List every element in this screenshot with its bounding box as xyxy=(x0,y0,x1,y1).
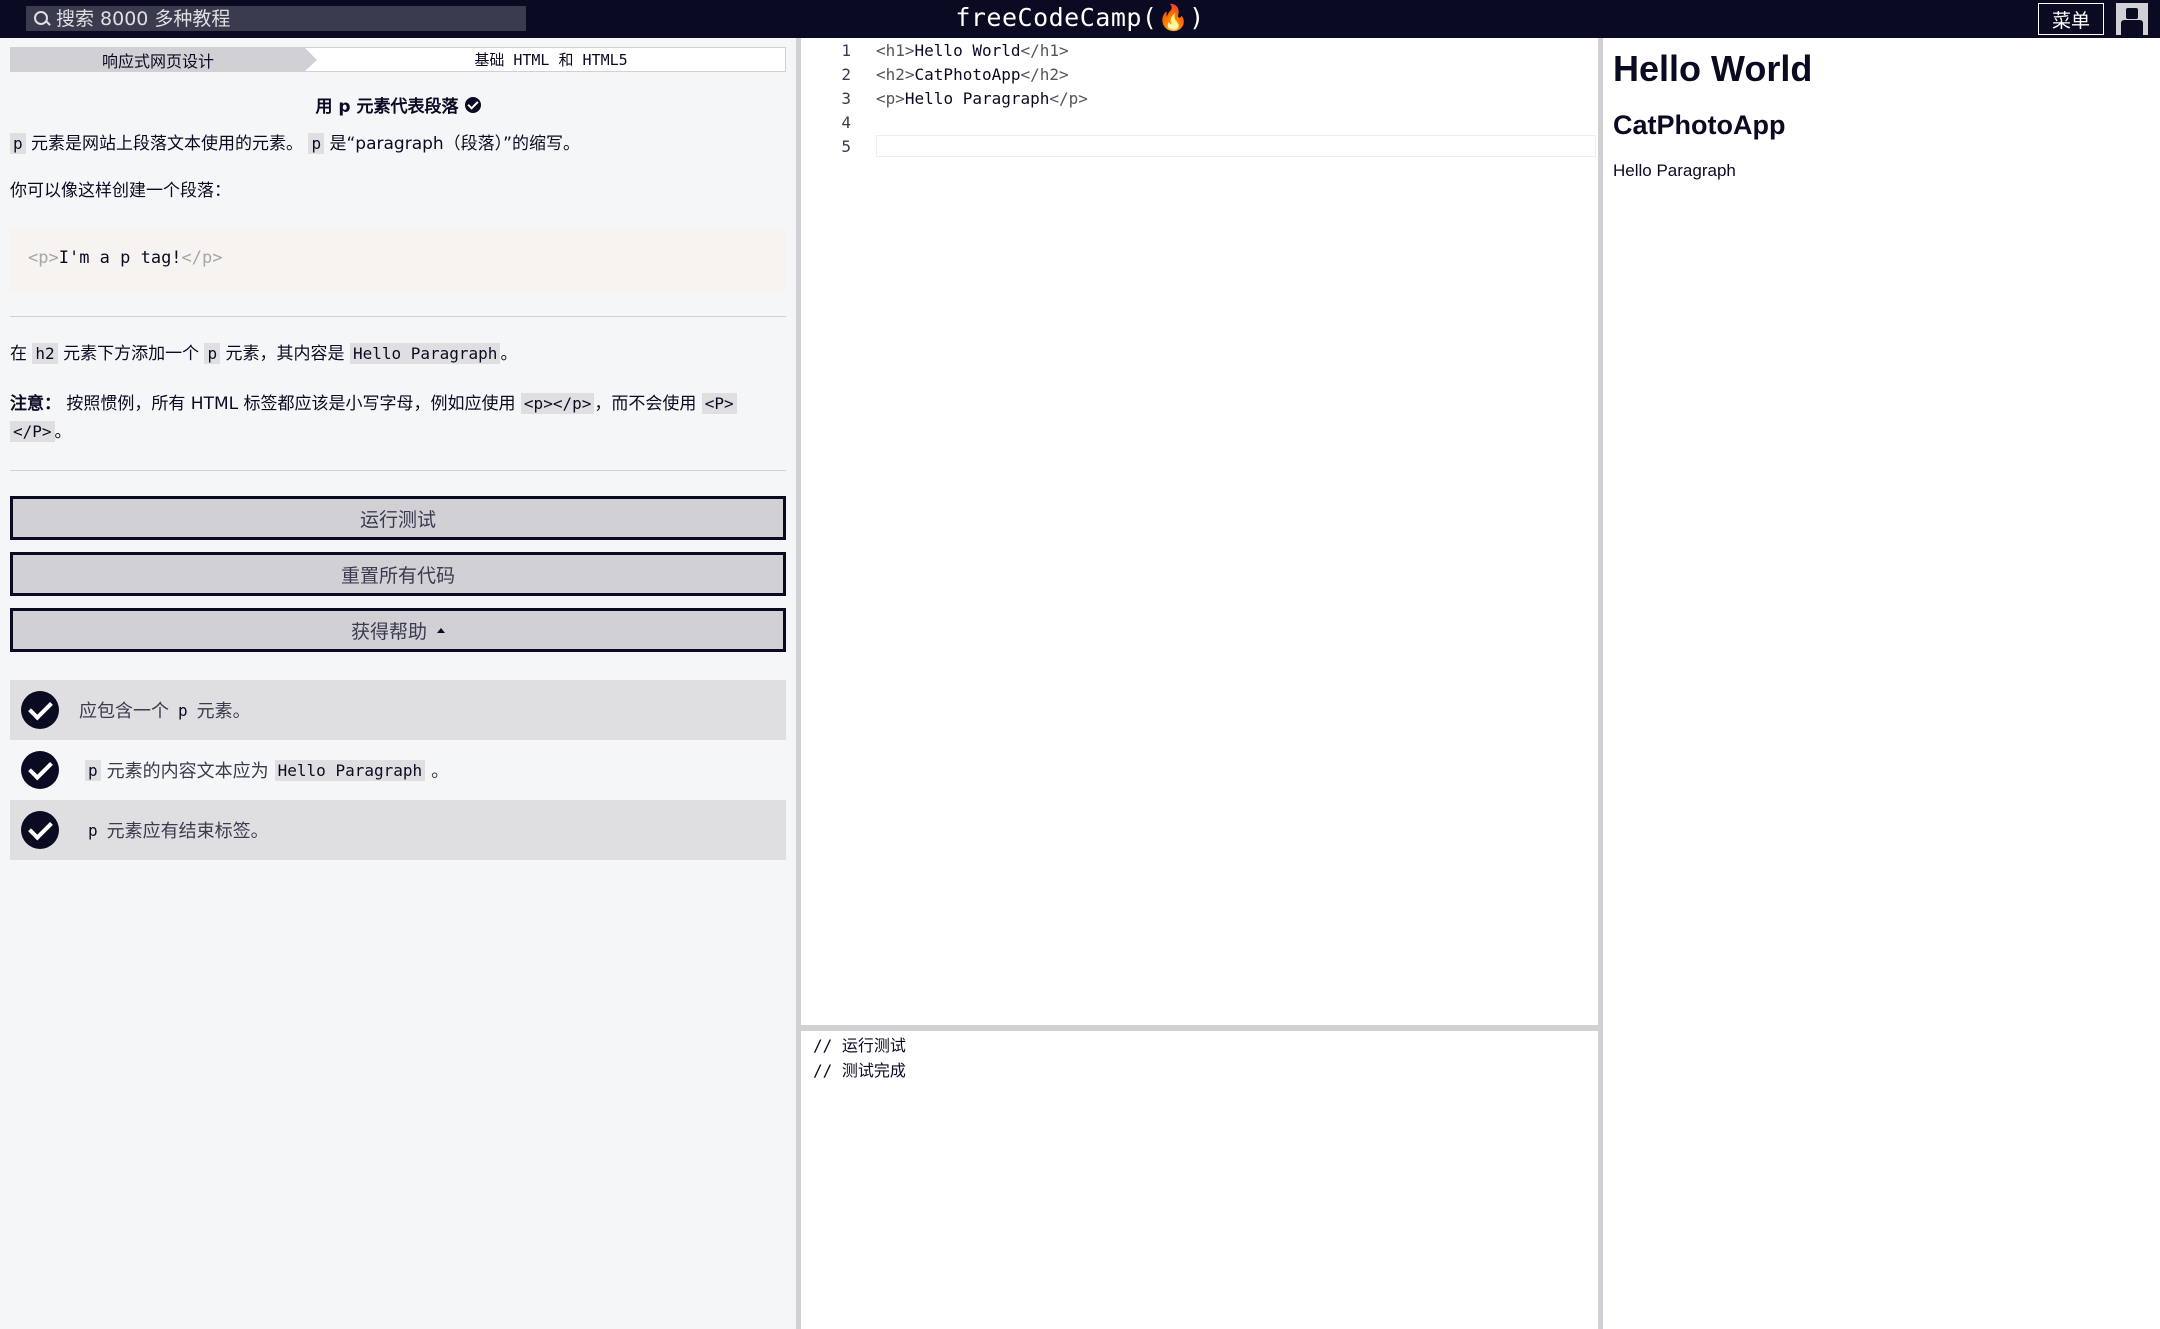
test-item: 应包含一个 p 元素。 xyxy=(10,680,786,740)
instructions-paragraph: 在 h2 元素下方添加一个 p 元素，其内容是 Hello Paragraph。 xyxy=(10,343,518,364)
get-help-label: 获得帮助 xyxy=(350,620,427,643)
top-nav: freeCodeCamp(🔥) 菜单 xyxy=(0,0,2160,38)
instructions-panel: 响应式网页设计 基础 HTML 和 HTML5 用 p 元素代表段落 p 元素是… xyxy=(0,38,796,1329)
search-input[interactable] xyxy=(56,7,526,30)
editor-line: 4 xyxy=(801,110,851,134)
test-item: p 元素应有结束标签。 xyxy=(10,800,786,860)
inline-code: p xyxy=(175,699,191,721)
breadcrumb: 响应式网页设计 基础 HTML 和 HTML5 xyxy=(10,47,786,72)
inline-code: p xyxy=(308,133,325,154)
divider xyxy=(10,470,786,471)
editor-line: 3 <p>Hello Paragraph</p> xyxy=(801,86,1088,110)
breadcrumb-block[interactable]: 基础 HTML 和 HTML5 xyxy=(317,48,785,71)
avatar[interactable] xyxy=(2116,3,2148,35)
preview-paragraph: Hello Paragraph xyxy=(1613,161,1736,180)
completed-check-icon xyxy=(464,96,481,113)
description-paragraph-1: p 元素是网站上段落文本使用的元素。 p 是“paragraph（段落）”的缩写… xyxy=(10,130,786,158)
note-paragraph: 注意： 按照惯例，所有 HTML 标签都应该是小写字母，例如应使用 <p></p… xyxy=(10,390,786,446)
caret-up-icon xyxy=(437,627,445,633)
preview-pane: Hello World CatPhotoApp Hello Paragraph xyxy=(1603,38,2160,1329)
line-number: 1 xyxy=(841,40,851,60)
current-line-highlight[interactable] xyxy=(876,135,1596,157)
inline-code: <P> xyxy=(701,393,737,414)
search-box[interactable] xyxy=(26,6,526,31)
inline-code: </P> xyxy=(10,421,55,442)
search-icon xyxy=(26,6,56,31)
inline-code: <p></p> xyxy=(520,393,595,414)
get-help-button[interactable]: 获得帮助 xyxy=(10,608,786,652)
run-tests-button[interactable]: 运行测试 xyxy=(10,496,786,540)
inline-code: p xyxy=(85,759,101,781)
inline-code: Hello Paragraph xyxy=(274,759,426,781)
user-icon xyxy=(2126,8,2138,19)
line-number: 2 xyxy=(841,64,851,84)
inline-code: p xyxy=(85,819,101,841)
preview-h1: Hello World xyxy=(1613,48,1813,89)
console-line: // 测试完成 xyxy=(813,1061,906,1080)
test-item: p 元素的内容文本应为 Hello Paragraph。 xyxy=(10,740,786,800)
line-number: 5 xyxy=(841,136,851,156)
challenge-title: 用 p 元素代表段落 xyxy=(0,92,796,117)
note-label: 注意： xyxy=(10,394,61,414)
challenge-title-text: 用 p 元素代表段落 xyxy=(315,97,459,117)
inline-code: h2 xyxy=(32,343,58,364)
inline-code: p xyxy=(204,343,221,364)
code-editor[interactable]: 1 <h1>Hello World</h1> 2 <h2>CatPhotoApp… xyxy=(801,38,1598,1025)
breadcrumb-superblock[interactable]: 响应式网页设计 xyxy=(11,48,317,71)
menu-button[interactable]: 菜单 xyxy=(2038,3,2104,35)
editor-line: 1 <h1>Hello World</h1> xyxy=(801,38,1068,62)
divider xyxy=(10,316,786,317)
description-paragraph-2: 你可以像这样创建一个段落： xyxy=(10,181,231,201)
reset-code-button[interactable]: 重置所有代码 xyxy=(10,552,786,596)
test-console-output: // 运行测试 // 测试完成 xyxy=(801,1031,1598,1329)
test-passed-check-icon xyxy=(21,811,59,849)
example-code-block: <p>I'm a p tag!</p> xyxy=(10,228,786,292)
preview-h2: CatPhotoApp xyxy=(1613,110,1786,140)
inline-code: Hello Paragraph xyxy=(349,343,501,364)
console-line: // 运行测试 xyxy=(813,1036,906,1055)
test-passed-check-icon xyxy=(21,691,59,729)
editor-line: 2 <h2>CatPhotoApp</h2> xyxy=(801,62,1068,86)
test-passed-check-icon xyxy=(21,751,59,789)
inline-code: p xyxy=(10,133,26,154)
line-number: 3 xyxy=(841,88,851,108)
line-number: 4 xyxy=(841,112,851,132)
editor-line: 5 xyxy=(801,134,851,158)
